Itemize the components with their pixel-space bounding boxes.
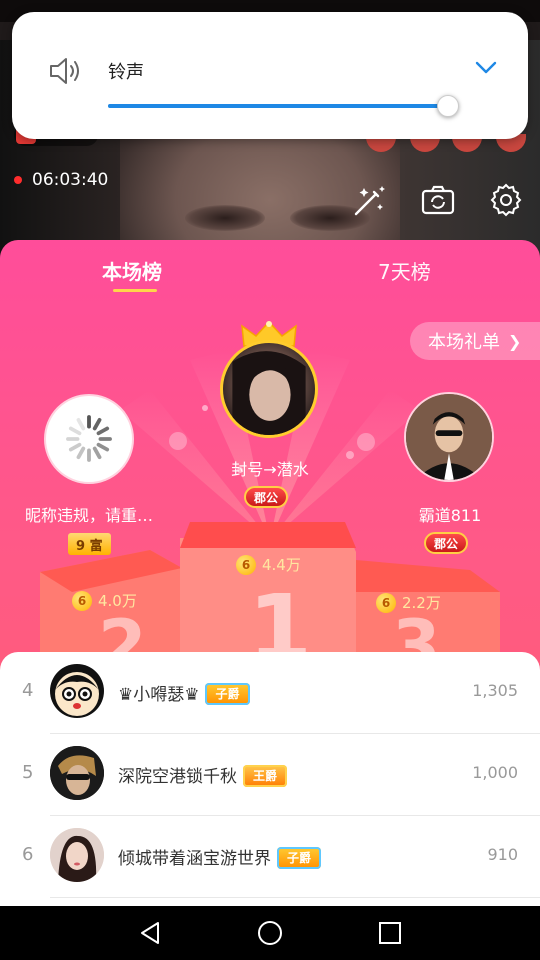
recording-dot <box>14 176 22 184</box>
loading-spinner-icon <box>66 415 112 462</box>
tab-7-days[interactable]: 7天榜 <box>378 256 431 285</box>
list-item-score: 1,000 <box>472 763 518 782</box>
tab-underline <box>113 289 157 292</box>
coin-icon: 6 <box>376 592 396 613</box>
list-item-name: 深院空港锁千秋 <box>118 767 237 787</box>
back-icon[interactable] <box>138 920 164 946</box>
chevron-right-icon: ❯ <box>508 331 522 351</box>
podium-first-avatar[interactable] <box>220 340 318 438</box>
list-item[interactable]: 6 倾城带着涵宝游世界 子爵 910 <box>0 816 540 898</box>
coin-icon: 6 <box>236 554 256 575</box>
home-icon[interactable] <box>257 920 283 946</box>
podium-third-score: 6 2.2万 <box>376 592 441 613</box>
speaker-icon[interactable] <box>48 56 82 86</box>
broadcast-timer: 06:03:40 <box>14 170 108 190</box>
list-item[interactable]: 4 ♛小嘚瑟♛ 子爵 1,305 <box>0 652 540 734</box>
noble-badge: 子爵 <box>205 682 250 705</box>
list-item-name-row: 倾城带着涵宝游世界 子爵 <box>118 844 322 869</box>
podium-second-avatar[interactable] <box>44 394 134 484</box>
list-item-name-row: 深院空港锁千秋 王爵 <box>118 762 288 787</box>
broadcast-timer-text: 06:03:40 <box>32 170 109 190</box>
volume-slider[interactable] <box>108 95 459 117</box>
coin-icon: 6 <box>72 590 92 611</box>
wealth-badge-second: 9 富 <box>68 533 111 555</box>
list-item-score: 1,305 <box>472 681 518 700</box>
gear-icon[interactable] <box>488 182 524 218</box>
list-item-rank: 6 <box>22 844 34 865</box>
magic-wand-icon[interactable] <box>352 182 388 218</box>
noble-badge-first: 郡公 <box>244 486 289 508</box>
avatar[interactable] <box>50 664 104 718</box>
avatar[interactable] <box>50 828 104 882</box>
volume-slider-fill <box>108 104 448 108</box>
podium-second-score-text: 4.0万 <box>98 592 137 610</box>
volume-panel: 铃声 <box>12 12 528 139</box>
avatar[interactable] <box>50 746 104 800</box>
tab-current-session[interactable]: 本场榜 <box>102 256 162 285</box>
volume-slider-thumb[interactable] <box>437 95 459 117</box>
divider <box>50 897 540 898</box>
gift-list-button[interactable]: 本场礼单 ❯ <box>410 322 540 360</box>
list-item-rank: 4 <box>22 680 34 701</box>
list-item-name-row: ♛小嘚瑟♛ 子爵 <box>118 680 250 705</box>
podium-first-score-text: 4.4万 <box>262 556 301 574</box>
navigation-bar <box>0 906 540 960</box>
noble-badge: 王爵 <box>243 764 288 787</box>
podium-third-score-text: 2.2万 <box>402 594 441 612</box>
chevron-down-icon[interactable] <box>475 60 497 76</box>
flip-camera-icon[interactable] <box>420 182 456 218</box>
podium-second-name: 昵称违规，请重… <box>24 506 153 525</box>
noble-badge: 子爵 <box>277 846 322 869</box>
list-item-score: 910 <box>487 845 518 864</box>
volume-stream-label: 铃声 <box>108 62 144 83</box>
list-item[interactable]: 5 深院空港锁千秋 王爵 1,000 <box>0 734 540 816</box>
list-item-name: 倾城带着涵宝游世界 <box>118 849 271 869</box>
list-item-name: ♛小嘚瑟♛ <box>118 685 200 705</box>
podium-first-name: 封号→潜水 <box>231 460 309 479</box>
podium-third-avatar[interactable] <box>404 392 494 482</box>
gift-list-button-label: 本场礼单 <box>428 332 500 353</box>
podium-third-name: 霸道811 <box>418 506 482 525</box>
recents-icon[interactable] <box>377 920 403 946</box>
list-item-rank: 5 <box>22 762 34 783</box>
podium-first-score: 6 4.4万 <box>236 554 301 575</box>
podium-second-score: 6 4.0万 <box>72 590 137 611</box>
noble-badge-third: 郡公 <box>424 532 469 554</box>
ranking-list[interactable]: 4 ♛小嘚瑟♛ 子爵 1,305 5 深院空港锁千秋 王爵 1,000 6 倾城… <box>0 652 540 906</box>
